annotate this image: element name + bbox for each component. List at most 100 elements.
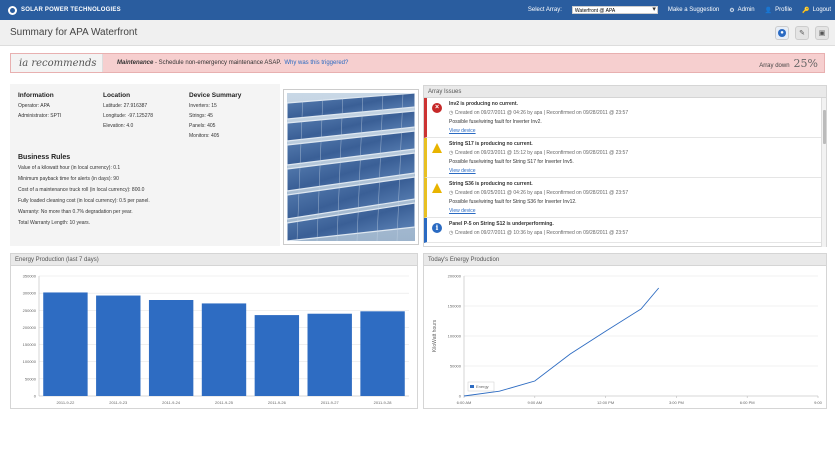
info-button[interactable]: ● — [775, 25, 789, 40]
business-rule: Value of a kilowatt hour (in local curre… — [18, 165, 121, 171]
why-triggered-link[interactable]: Why was this triggered? — [284, 60, 348, 66]
settings-button[interactable]: ✎ — [795, 25, 809, 40]
make-suggestion-link[interactable]: Make a Suggestion — [668, 7, 719, 13]
scrollbar-thumb[interactable] — [823, 110, 826, 144]
business-rule: Minimum payback time for alerts (in days… — [18, 176, 119, 182]
energy-today-chart-title: Today's Energy Production — [424, 254, 826, 266]
x-tick-label: 6:00 PM — [740, 400, 755, 405]
recommendation-message: Maintenance - Schedule non-emergency mai… — [103, 60, 348, 66]
x-tick-label: 2011-9-23 — [109, 400, 128, 405]
issue-title: Panel P-5 on String S12 is underperformi… — [449, 221, 554, 227]
issue-description: Possible fuse/wiring fault for Inverter … — [449, 119, 542, 125]
bar[interactable] — [307, 313, 352, 396]
business-rules-section: Business Rules Value of a kilowatt hour … — [18, 154, 150, 231]
issue-list[interactable]: × Inv2 is producing no current. ◷ Create… — [424, 98, 826, 247]
view-device-link[interactable]: View device — [449, 128, 822, 134]
issue-description: Possible fuse/wiring fault for String S3… — [449, 199, 577, 205]
y-tick-label: 50000 — [450, 364, 462, 369]
y-tick-label: 250000 — [23, 308, 37, 313]
issue-meta: ◷ Created on 09/25/2011 @ 04:26 by apa |… — [449, 190, 822, 196]
business-rules-heading: Business Rules — [18, 154, 71, 161]
solar-array-photo — [284, 90, 418, 244]
legend-label: Energy — [476, 384, 489, 389]
issue-item: × Inv2 is producing no current. ◷ Create… — [424, 98, 826, 138]
elevation-value: Elevation: 4.0 — [103, 123, 134, 129]
array-info-panel: Information Operator: APA Administrator:… — [10, 84, 280, 246]
bar[interactable] — [43, 292, 88, 396]
energy-week-chart-panel: Energy Production (last 7 days) 0 50000 10… — [10, 253, 418, 409]
image-icon: ▣ — [818, 29, 826, 37]
recommendation-text: - Schedule non-emergency maintenance ASA… — [153, 60, 282, 66]
issue-meta: ◷ Created on 09/23/2011 @ 15:12 by apa |… — [449, 150, 822, 156]
recommendation-banner: ia recommends Maintenance - Schedule non… — [10, 53, 825, 73]
profile-link[interactable]: 👤 Profile — [765, 7, 793, 14]
x-tick-label: 12:00 PM — [597, 400, 614, 405]
operator-value: Operator: APA — [18, 103, 50, 109]
issue-item: String S17 is producing no current. ◷ Cr… — [424, 138, 826, 178]
recommendation-label: ia recommends — [11, 54, 103, 72]
device-summary-heading: Device Summary — [189, 92, 242, 99]
issue-title: String S36 is producing no current. — [449, 181, 533, 187]
view-device-link[interactable]: View device — [449, 168, 822, 174]
energy-week-chart-title: Energy Production (last 7 days) — [11, 254, 417, 266]
array-issues-heading: Array Issues — [424, 86, 826, 98]
y-tick-label: 50000 — [25, 376, 37, 381]
info-icon: i — [432, 223, 442, 233]
warning-icon — [432, 183, 442, 193]
y-tick-label: 350000 — [23, 274, 37, 279]
y-tick-label: 100000 — [23, 359, 37, 364]
issue-meta-text: Created on 09/23/2011 @ 15:12 by apa | R… — [454, 150, 629, 156]
brand[interactable]: SOLAR POWER TECHNOLOGIES — [0, 5, 121, 15]
bar[interactable] — [148, 300, 194, 396]
brand-name: SOLAR POWER TECHNOLOGIES — [21, 7, 121, 13]
device-summary-section: Device Summary Inverters: 15 Strings: 45… — [189, 92, 241, 143]
administrator-value: Administrator: SPTI — [18, 113, 62, 119]
view-device-link[interactable]: View device — [449, 208, 822, 214]
logout-link[interactable]: 🔑 Logout — [802, 7, 831, 14]
gear-icon: ⚙ — [729, 7, 735, 14]
y-tick-label: 150000 — [448, 304, 462, 309]
bar[interactable] — [254, 315, 300, 396]
x-tick-label: 9:00 AM — [527, 400, 542, 405]
location-section: Location Latitude: 27.916387 Longitude: … — [103, 92, 153, 133]
inverters-count: Inverters: 15 — [189, 103, 217, 109]
monitors-count: Monitors: 405 — [189, 133, 220, 139]
bar[interactable] — [96, 295, 141, 396]
issue-description: Possible fuse/wiring fault for String S1… — [449, 159, 574, 165]
energy-today-line-chart: 0 50000 100000 150000 200000 6:00 AM 9:00 AM 12… — [432, 274, 823, 406]
array-select-dropdown[interactable]: Waterfront @ APA — [571, 6, 658, 14]
brand-logo-icon — [8, 5, 17, 15]
profile-label: Profile — [775, 7, 793, 13]
x-tick-label: 2011-9-26 — [268, 400, 287, 405]
issue-meta-text: Created on 09/27/2011 @ 04:26 by apa | R… — [454, 110, 629, 116]
location-heading: Location — [103, 92, 131, 99]
business-rule: Cost of a maintenance truck roll (in loc… — [18, 187, 145, 193]
x-tick-label: 3:00 PM — [669, 400, 684, 405]
admin-link[interactable]: ⚙ Admin — [729, 7, 754, 14]
issue-title: Inv2 is producing no current. — [449, 101, 518, 107]
legend: Energy — [467, 381, 495, 392]
bar[interactable] — [201, 303, 247, 396]
x-tick-label: 2011-9-25 — [215, 400, 234, 405]
y-tick-label: 200000 — [448, 274, 462, 279]
info-circle-icon: ● — [778, 28, 786, 37]
array-down-status: Array down 25% — [759, 57, 824, 70]
issues-scrollbar[interactable] — [821, 98, 826, 247]
issue-item: String S36 is producing no current. ◷ Cr… — [424, 178, 826, 218]
information-section: Information Operator: APA Administrator:… — [18, 92, 61, 123]
export-button[interactable]: ▣ — [815, 25, 829, 40]
y-tick-label: 200000 — [23, 325, 37, 330]
x-tick-label: 2011-9-27 — [321, 400, 340, 405]
array-down-label: Array down — [759, 62, 790, 69]
y-tick-label: 150000 — [23, 342, 37, 347]
strings-count: Strings: 45 — [189, 113, 213, 119]
longitude-value: Longitude: -97.125278 — [103, 113, 154, 119]
issue-meta: ◷ Created on 09/27/2011 @ 04:26 by apa |… — [449, 110, 822, 116]
bar[interactable] — [360, 311, 405, 396]
user-icon: 👤 — [764, 7, 773, 14]
issue-meta-text: Created on 09/25/2011 @ 04:26 by apa | R… — [454, 190, 629, 196]
business-rule: Total Warranty Length: 10 years. — [18, 220, 91, 226]
page-title: Summary for APA Waterfront — [10, 27, 138, 38]
logout-label: Logout — [812, 7, 831, 13]
x-tick-label: 2011-9-24 — [162, 400, 181, 405]
